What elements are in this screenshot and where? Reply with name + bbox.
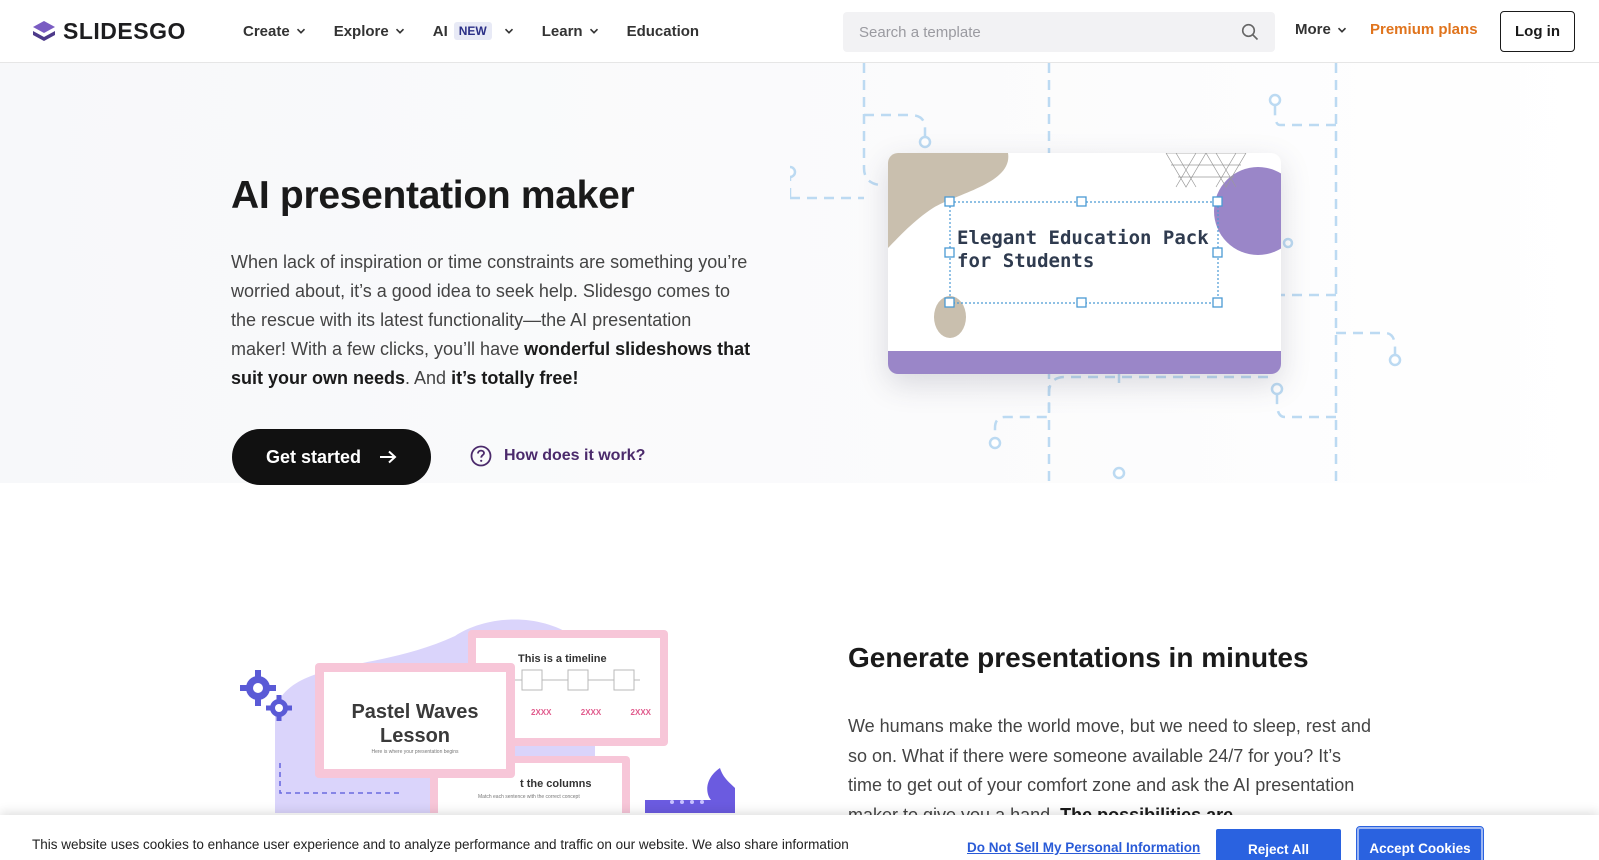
chevron-down-icon bbox=[296, 28, 305, 34]
section-description: We humans make the world move, but we ne… bbox=[848, 712, 1378, 830]
do-not-sell-link[interactable]: Do Not Sell My Personal Information bbox=[967, 840, 1200, 855]
page-title: AI presentation maker bbox=[231, 174, 635, 217]
slide-preview-card: Elegant Education Pack for Students bbox=[888, 153, 1281, 374]
nav-education-label: Education bbox=[626, 22, 700, 40]
slidesgo-logo-icon bbox=[33, 20, 55, 41]
pastel-card-subtitle: Here is where your presentation begins bbox=[371, 749, 459, 755]
nav-education[interactable]: Education bbox=[627, 20, 700, 42]
cookie-banner: This website uses cookies to enhance use… bbox=[0, 815, 1599, 860]
logo[interactable]: SLIDESGO bbox=[31, 18, 186, 45]
slide-title-line-1: Elegant Education Pack bbox=[957, 227, 1209, 249]
how-does-it-work-link[interactable]: How does it work? bbox=[470, 445, 645, 467]
pastel-card-text: Pastel Waves Lesson Here is where your p… bbox=[325, 700, 505, 756]
reject-all-button[interactable]: Reject All bbox=[1216, 829, 1341, 860]
nav-learn[interactable]: Learn bbox=[542, 20, 599, 42]
more-label: More bbox=[1295, 21, 1331, 38]
pastel-card-title-2: Lesson bbox=[379, 725, 451, 747]
columns-card-title: t the columns bbox=[520, 778, 592, 790]
chevron-down-icon bbox=[1337, 27, 1346, 33]
timeline-label-3: 2XXX bbox=[630, 708, 651, 717]
search-input[interactable] bbox=[859, 23, 1241, 41]
columns-card-subtitle: Match each sentence with the correct con… bbox=[478, 794, 580, 800]
timeline-card-title: This is a timeline bbox=[518, 653, 607, 665]
timeline-labels: 2XXX 2XXX 2XXX bbox=[531, 708, 651, 717]
nav-create-label: Create bbox=[243, 22, 290, 40]
get-started-button[interactable]: Get started bbox=[232, 429, 431, 485]
how-does-it-work-label: How does it work? bbox=[504, 447, 646, 464]
search-icon[interactable] bbox=[1241, 23, 1259, 41]
slide-title: Elegant Education Pack for Students bbox=[957, 227, 1209, 273]
nav-ai-label: AI bbox=[432, 22, 448, 40]
slide-title-line-2: for Students bbox=[957, 250, 1095, 272]
cookie-text: This website uses cookies to enhance use… bbox=[32, 837, 849, 852]
hero-description: When lack of inspiration or time constra… bbox=[231, 248, 751, 393]
site-header: SLIDESGO Create Explore AI NEW Learn Edu… bbox=[0, 0, 1599, 63]
section-title: Generate presentations in minutes bbox=[848, 642, 1309, 673]
chevron-down-icon bbox=[504, 28, 513, 34]
pastel-card-title-1: Pastel Waves bbox=[351, 701, 479, 723]
more-menu[interactable]: More bbox=[1295, 21, 1347, 38]
nav-ai[interactable]: AI NEW bbox=[433, 20, 514, 42]
search-bar bbox=[843, 12, 1275, 52]
nav-learn-label: Learn bbox=[541, 22, 583, 40]
chat-bubble-icon bbox=[645, 768, 735, 813]
timeline-label-1: 2XXX bbox=[531, 708, 552, 717]
hero-text-bold-2: it’s totally free! bbox=[451, 368, 579, 388]
get-started-label: Get started bbox=[265, 446, 362, 467]
arrow-right-icon bbox=[380, 450, 397, 464]
timeline-label-2: 2XXX bbox=[580, 708, 602, 717]
chevron-down-icon bbox=[395, 28, 404, 34]
accept-cookies-button[interactable]: Accept Cookies bbox=[1356, 826, 1484, 860]
chevron-down-icon bbox=[589, 28, 598, 34]
login-button[interactable]: Log in bbox=[1500, 11, 1575, 52]
nav-create[interactable]: Create bbox=[243, 20, 306, 42]
nav-explore-label: Explore bbox=[333, 22, 389, 40]
new-badge: NEW bbox=[453, 22, 492, 40]
hero-text-2: . And bbox=[405, 368, 452, 388]
nav-explore[interactable]: Explore bbox=[334, 20, 405, 42]
question-circle-icon bbox=[470, 445, 492, 467]
premium-plans-link[interactable]: Premium plans bbox=[1370, 21, 1478, 38]
main-nav: Create Explore AI NEW Learn Education bbox=[243, 20, 727, 42]
logo-text: SLIDESGO bbox=[63, 18, 186, 44]
